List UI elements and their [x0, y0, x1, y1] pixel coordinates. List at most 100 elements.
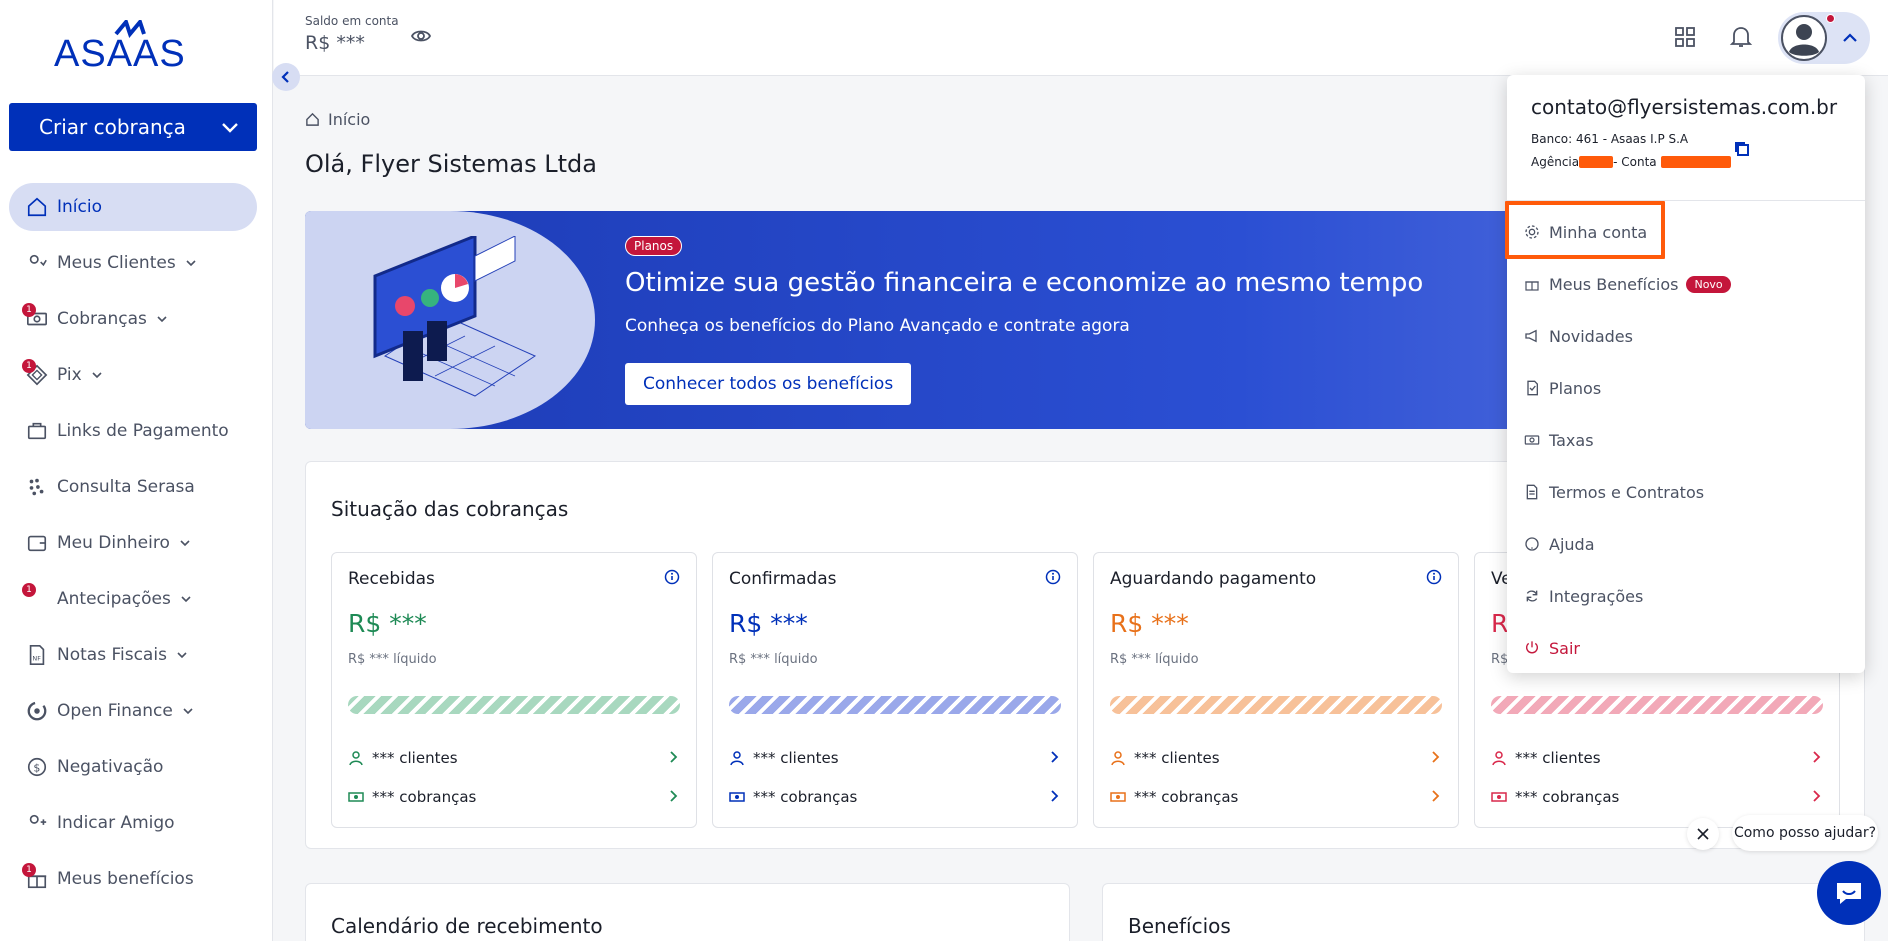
plans-icon [1524, 380, 1540, 396]
breadcrumb[interactable]: Início [305, 110, 370, 129]
card-clients-row[interactable]: *** clientes [1491, 748, 1823, 768]
sidebar-item-negativa-o[interactable]: $ Negativação [9, 743, 257, 791]
minha-conta-highlight [1505, 201, 1665, 259]
card-charges-row[interactable]: *** cobranças [348, 787, 680, 807]
chat-button[interactable] [1817, 861, 1881, 925]
create-charge-button[interactable]: Criar cobrança [9, 103, 257, 151]
bell-icon[interactable] [1729, 24, 1753, 50]
menu-item-taxas[interactable]: Taxas [1507, 414, 1865, 466]
see-benefits-button[interactable]: Conhecer todos os benefícios [625, 363, 912, 405]
panel-title: Situação das cobranças [331, 497, 569, 521]
banner-subtitle: Conheça os benefícios do Plano Avançado … [625, 316, 1130, 336]
card-clients: *** clientes [1515, 749, 1601, 767]
menu-item-meus-benef-cios[interactable]: Meus Benefícios Novo [1507, 258, 1865, 310]
card-net-amount: R$ *** líquido [729, 652, 818, 667]
status-card-1: Confirmadas R$ *** R$ *** líquido *** clien… [712, 552, 1078, 828]
apps-grid-icon[interactable] [1674, 26, 1696, 48]
status-card-2: Aguardando pagamento R$ *** R$ *** líquido… [1093, 552, 1459, 828]
breadcrumb-label: Início [328, 110, 371, 129]
serasa-icon [25, 475, 49, 499]
chevron-right-icon [668, 789, 680, 803]
status-card-0: Recebidas R$ *** R$ *** líquido *** cliente… [331, 552, 697, 828]
menu-item-planos[interactable]: Planos [1507, 362, 1865, 414]
gift-icon [1524, 276, 1540, 292]
card-progress-bar [729, 696, 1061, 714]
collapse-sidebar-button[interactable] [272, 63, 300, 91]
user-icon [729, 750, 745, 766]
card-clients-row[interactable]: *** clientes [348, 748, 680, 768]
menu-item-sair[interactable]: Sair [1507, 622, 1865, 674]
money-icon [1110, 789, 1126, 805]
calendar-title: Calendário de recebimento [331, 914, 603, 938]
sidebar-nav: Início Meus Clientes 1 Cobranças 1 Pix Links d… [9, 183, 257, 911]
info-icon[interactable] [1426, 569, 1442, 585]
sidebar-item-label: Links de Pagamento [57, 421, 229, 441]
card-charges-row[interactable]: *** cobranças [1491, 787, 1823, 807]
card-title: Aguardando pagamento [1110, 569, 1317, 589]
sidebar-item-meu-dinheiro[interactable]: Meu Dinheiro [9, 519, 257, 567]
money-icon [1524, 432, 1540, 448]
sidebar-item-indicar-amigo[interactable]: Indicar Amigo [9, 799, 257, 847]
menu-item-label: Planos [1549, 378, 1602, 398]
chevron-right-icon [1430, 789, 1442, 803]
info-icon[interactable] [664, 569, 680, 585]
card-progress-bar [348, 696, 680, 714]
chevron-down-icon [175, 648, 189, 662]
notification-badge: 1 [22, 863, 36, 877]
money-icon: 1 [22, 303, 49, 331]
top-bar: Saldo em conta R$ *** [274, 0, 1888, 76]
menu-item-label: Termos e Contratos [1549, 482, 1705, 502]
card-net-amount: R$ [1491, 652, 1509, 667]
menu-item-termos-e-contratos[interactable]: Termos e Contratos [1507, 466, 1865, 518]
chevron-right-icon [1049, 789, 1061, 803]
megaphone-icon [1524, 328, 1540, 344]
card-amount: R$ *** [1110, 609, 1189, 638]
invoice-icon: NF [25, 643, 49, 667]
svg-text:NF: NF [32, 655, 41, 663]
user-icon [348, 750, 364, 766]
menu-item-novidades[interactable]: Novidades [1507, 310, 1865, 362]
sidebar-item-label: Meus Clientes [57, 253, 176, 273]
chevron-down-icon [178, 536, 192, 550]
sidebar-item-meus-benef-cios[interactable]: 1 Meus benefícios [9, 855, 257, 903]
menu-item-label: Integrações [1549, 586, 1644, 606]
chat-close-button[interactable] [1687, 818, 1719, 850]
sidebar-item-open-finance[interactable]: Open Finance [9, 687, 257, 735]
menu-item-integra-es[interactable]: Integrações [1507, 570, 1865, 622]
asaas-logo[interactable]: ASAAS [54, 20, 210, 72]
chevron-right-icon [1049, 750, 1061, 764]
user-menu-button[interactable] [1778, 12, 1870, 64]
card-charges-row[interactable]: *** cobranças [729, 787, 1061, 807]
svg-text:$: $ [33, 762, 40, 775]
money-icon [1491, 789, 1507, 805]
chevron-right-icon [1811, 789, 1823, 803]
card-charges-row[interactable]: *** cobranças [1110, 787, 1442, 807]
sidebar-item-cobran-as[interactable]: 1 Cobranças [9, 295, 257, 343]
sidebar-item-in-cio[interactable]: Início [9, 183, 257, 231]
user-plus-icon [25, 811, 49, 835]
users-icon [25, 251, 49, 275]
chevron-up-icon [1843, 33, 1857, 42]
card-charges: *** cobranças [753, 788, 858, 806]
sidebar-item-pix[interactable]: 1 Pix [9, 351, 257, 399]
agency-account-info: Agência - Conta [1531, 155, 1731, 169]
sidebar-item-label: Notas Fiscais [57, 645, 167, 665]
card-clients-row[interactable]: *** clientes [729, 748, 1061, 768]
info-icon[interactable] [1045, 569, 1061, 585]
card-clients-row[interactable]: *** clientes [1110, 748, 1442, 768]
chat-bubble[interactable]: Como posso ajudar? [1732, 815, 1878, 851]
copy-icon[interactable] [1733, 140, 1751, 158]
eye-icon[interactable] [410, 25, 432, 47]
sidebar-item-links-de-pagamento[interactable]: Links de Pagamento [9, 407, 257, 455]
chevron-left-icon [281, 71, 289, 83]
sidebar-item-meus-clientes[interactable]: Meus Clientes [9, 239, 257, 287]
sidebar-item-consulta-serasa[interactable]: Consulta Serasa [9, 463, 257, 511]
menu-item-label: Meus Benefícios [1549, 274, 1679, 294]
svg-text:ASAAS: ASAAS [54, 33, 186, 72]
calendar-panel: Calendário de recebimento [305, 883, 1070, 941]
sidebar-item-label: Open Finance [57, 701, 173, 721]
menu-item-ajuda[interactable]: Ajuda [1507, 518, 1865, 570]
refresh-icon [1524, 588, 1540, 604]
sidebar-item-notas-fiscais[interactable]: NF Notas Fiscais [9, 631, 257, 679]
sidebar-item-antecipa-es[interactable]: 1 Antecipações [9, 575, 257, 623]
